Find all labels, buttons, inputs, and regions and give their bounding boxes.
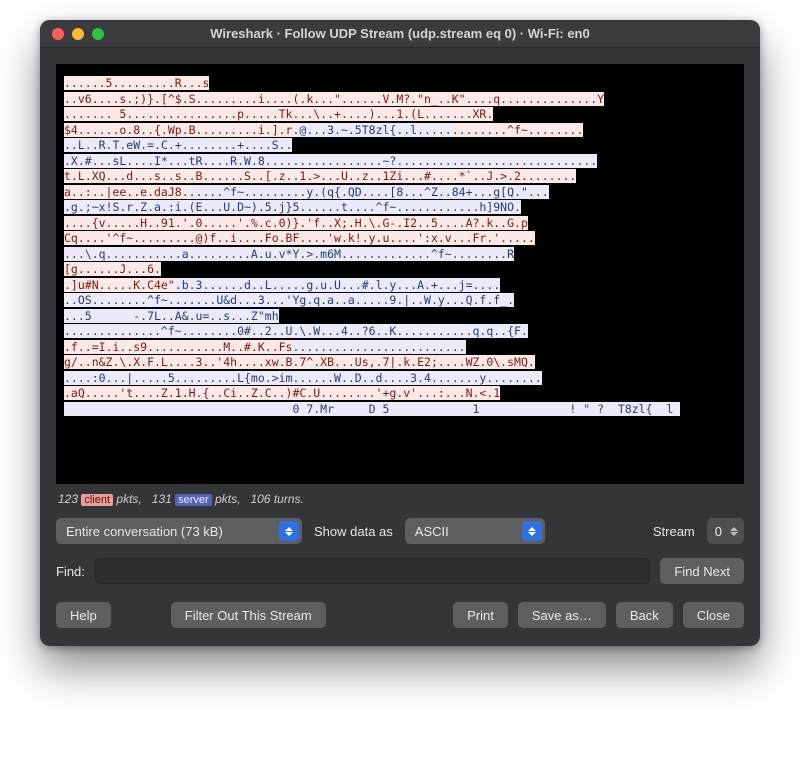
- dropdown-caret-icon: [522, 521, 542, 541]
- stream-value: 0: [715, 524, 722, 539]
- status-turns-suffix: turns.: [274, 492, 304, 506]
- show-data-as-select[interactable]: ASCII: [405, 518, 545, 544]
- show-data-as-value: ASCII: [415, 524, 471, 539]
- turns-count: 106: [250, 492, 270, 506]
- back-button[interactable]: Back: [616, 602, 673, 628]
- filter-out-button[interactable]: Filter Out This Stream: [171, 602, 326, 628]
- stream-content: ......5.........R...s ..v6....s.;)}.[^$.…: [64, 76, 736, 417]
- save-as-button[interactable]: Save as…: [518, 602, 606, 628]
- status-pkts-sep: pkts,: [116, 492, 141, 506]
- stream-label: Stream: [653, 524, 695, 539]
- show-data-as-label: Show data as: [314, 524, 393, 539]
- stream-stepper[interactable]: 0: [707, 518, 744, 544]
- stepper-buttons-icon: [726, 527, 742, 536]
- dropdown-caret-icon: [279, 521, 299, 541]
- status-pkts-sep2: pkts,: [215, 492, 240, 506]
- title-bar: Wireshark · Follow UDP Stream (udp.strea…: [40, 20, 760, 48]
- find-input[interactable]: [95, 558, 650, 584]
- conversation-select[interactable]: Entire conversation (73 kB): [56, 518, 302, 544]
- window-title: Wireshark · Follow UDP Stream (udp.strea…: [40, 26, 760, 41]
- help-button[interactable]: Help: [56, 602, 111, 628]
- minimize-window-icon[interactable]: [72, 28, 84, 40]
- server-pill: server: [175, 494, 212, 506]
- zoom-window-icon[interactable]: [92, 28, 104, 40]
- status-line: 123 client pkts, 131 server pkts, 106 tu…: [56, 484, 744, 518]
- close-window-icon[interactable]: [52, 28, 64, 40]
- server-pkts-count: 131: [152, 492, 172, 506]
- conversation-select-value: Entire conversation (73 kB): [66, 524, 245, 539]
- stream-viewer[interactable]: ......5.........R...s ..v6....s.;)}.[^$.…: [56, 64, 744, 484]
- window-controls: [40, 28, 104, 40]
- print-button[interactable]: Print: [453, 602, 508, 628]
- close-button[interactable]: Close: [683, 602, 744, 628]
- dialog-window: Wireshark · Follow UDP Stream (udp.strea…: [40, 20, 760, 646]
- find-next-button[interactable]: Find Next: [660, 558, 744, 584]
- client-pill: client: [81, 494, 113, 506]
- client-pkts-count: 123: [58, 492, 78, 506]
- find-label: Find:: [56, 564, 85, 579]
